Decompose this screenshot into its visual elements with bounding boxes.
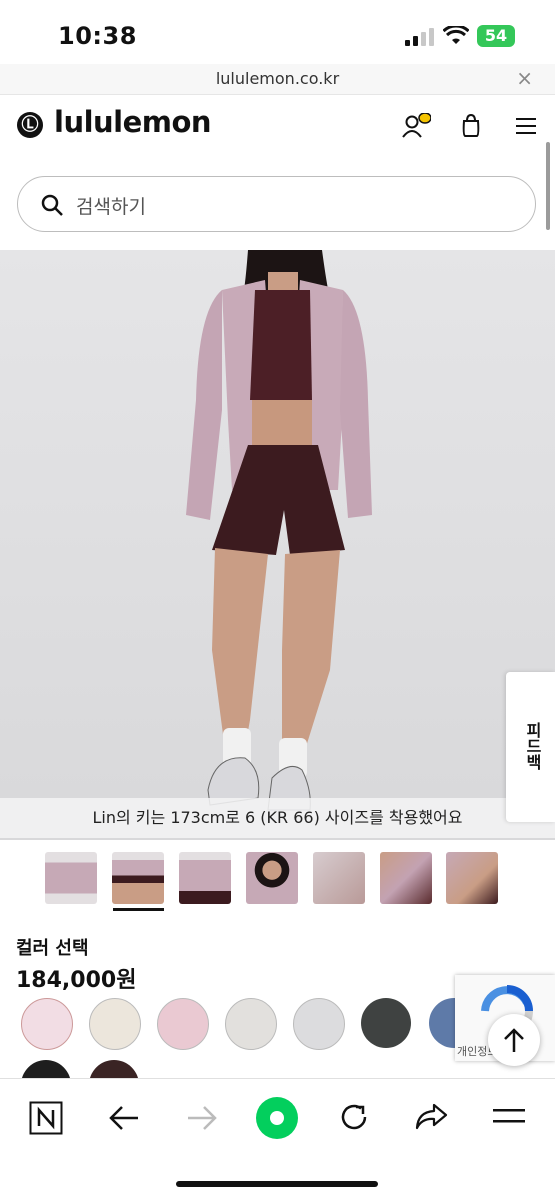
color-swatch[interactable] bbox=[225, 998, 277, 1050]
model-illustration bbox=[186, 250, 372, 811]
thumbnail[interactable] bbox=[313, 852, 365, 904]
close-icon[interactable]: × bbox=[516, 66, 533, 90]
feedback-tab[interactable]: 피드백 bbox=[506, 672, 555, 822]
image-caption: Lin의 키는 173cm로 6 (KR 66) 사이즈를 착용했어요 bbox=[0, 798, 555, 838]
scroll-to-top-button[interactable] bbox=[488, 1014, 540, 1066]
bag-icon[interactable] bbox=[461, 113, 481, 139]
green-dot-icon[interactable] bbox=[256, 1097, 298, 1139]
brand-logo[interactable]: lululemon bbox=[54, 105, 212, 139]
logo-mark-icon[interactable]: Ⓛ bbox=[17, 112, 43, 138]
image-thumbnails bbox=[45, 852, 505, 912]
color-select-label: 컬러 선택 bbox=[16, 938, 89, 959]
status-bar: 10:38 54 bbox=[0, 0, 555, 64]
reload-icon[interactable] bbox=[338, 1101, 370, 1133]
thumbnail[interactable] bbox=[179, 852, 231, 904]
color-swatch[interactable] bbox=[157, 998, 209, 1050]
forward-icon[interactable] bbox=[186, 1104, 218, 1132]
color-swatch[interactable] bbox=[361, 998, 411, 1048]
thumbnail[interactable] bbox=[112, 852, 164, 904]
home-indicator bbox=[176, 1181, 378, 1187]
menu-icon[interactable] bbox=[493, 1107, 525, 1125]
color-swatch[interactable] bbox=[89, 998, 141, 1050]
browser-url-bar[interactable]: lululemon.co.kr × bbox=[0, 64, 555, 95]
thumbnail[interactable] bbox=[380, 852, 432, 904]
battery-indicator: 54 bbox=[477, 25, 515, 47]
feedback-label: 피드백 bbox=[523, 722, 542, 770]
search-icon bbox=[41, 194, 63, 216]
product-price: 184,000원 bbox=[16, 968, 137, 993]
menu-icon[interactable] bbox=[516, 117, 536, 135]
arrow-up-icon bbox=[504, 1028, 524, 1052]
page-scrollbar[interactable] bbox=[546, 142, 550, 230]
thumbnail[interactable] bbox=[246, 852, 298, 904]
search-input[interactable]: 검색하기 bbox=[17, 176, 536, 232]
search-placeholder[interactable]: 검색하기 bbox=[76, 192, 146, 219]
back-icon[interactable] bbox=[108, 1104, 140, 1132]
thumbnail[interactable] bbox=[446, 852, 498, 904]
product-image[interactable] bbox=[0, 250, 555, 840]
color-swatch[interactable] bbox=[293, 998, 345, 1050]
account-icon[interactable] bbox=[401, 113, 431, 141]
share-icon[interactable] bbox=[414, 1101, 448, 1131]
color-swatch[interactable] bbox=[21, 998, 73, 1050]
status-time: 10:38 bbox=[58, 22, 137, 50]
naver-n-icon[interactable] bbox=[29, 1101, 63, 1135]
signal-icon bbox=[405, 28, 434, 46]
site-header: Ⓛ lululemon bbox=[0, 95, 555, 159]
active-thumbnail-indicator bbox=[113, 908, 164, 911]
wifi-icon bbox=[443, 26, 469, 44]
url-text[interactable]: lululemon.co.kr bbox=[0, 69, 555, 88]
thumbnail[interactable] bbox=[45, 852, 97, 904]
